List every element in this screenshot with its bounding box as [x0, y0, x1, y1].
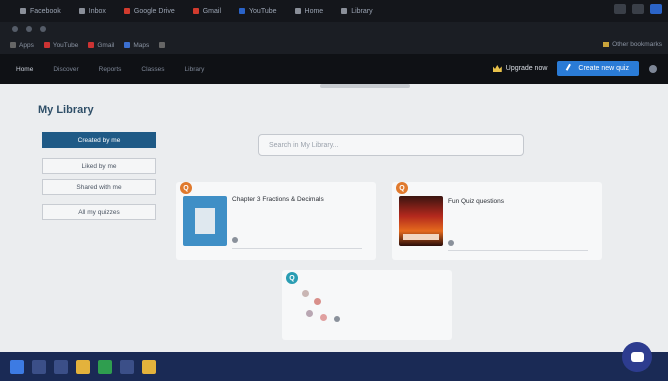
- bookmark-apps[interactable]: Apps: [10, 42, 34, 49]
- browser-tab[interactable]: Google Drive: [118, 4, 181, 18]
- document-icon: [195, 208, 215, 234]
- quiz-title: Chapter 3 Fractions & Decimals: [232, 196, 324, 203]
- tab-favicon-icon: [78, 8, 85, 14]
- nav-item-library[interactable]: Library: [185, 66, 205, 73]
- bookmark-icon: [159, 42, 166, 48]
- quiz-badge-icon: Q: [180, 182, 192, 194]
- collection-thumbnail: [300, 288, 340, 328]
- tab-favicon-icon: [294, 8, 301, 14]
- avatar: [306, 310, 313, 317]
- tab-favicon-icon: [192, 8, 199, 14]
- avatar: [334, 316, 340, 322]
- avatar: [314, 298, 321, 305]
- close-button[interactable]: [650, 4, 662, 14]
- taskbar-app-icon[interactable]: [54, 359, 68, 374]
- library-page: My Library Created by me Liked by me Sha…: [0, 84, 668, 352]
- address-bar: [0, 22, 668, 36]
- nav-item-reports[interactable]: Reports: [99, 66, 122, 73]
- maximize-button[interactable]: [632, 4, 644, 14]
- quiz-footer: [232, 237, 241, 243]
- folder-icon: [603, 42, 610, 47]
- browser-tab[interactable]: Library: [335, 4, 378, 18]
- taskbar-app-icon[interactable]: [120, 359, 134, 374]
- image-icon: [403, 234, 439, 240]
- tab-favicon-icon: [239, 8, 246, 14]
- quiz-footer: [448, 240, 457, 246]
- quiz-badge-icon: Q: [286, 272, 298, 284]
- minimize-button[interactable]: [614, 4, 626, 14]
- quiz-card[interactable]: Q: [282, 270, 452, 340]
- scroll-handle[interactable]: [320, 84, 410, 88]
- nav-item-classes[interactable]: Classes: [141, 66, 164, 73]
- nav-item-discover[interactable]: Discover: [53, 66, 78, 73]
- chat-icon: [630, 352, 644, 362]
- filter-shared-with-me[interactable]: Shared with me: [42, 179, 156, 195]
- bookmark-extra[interactable]: [159, 42, 168, 48]
- user-menu[interactable]: [649, 64, 660, 73]
- youtube-icon: [43, 42, 50, 48]
- forward-icon[interactable]: [26, 26, 32, 32]
- search-input[interactable]: Search in My Library...: [258, 134, 524, 156]
- avatar: [320, 314, 327, 321]
- start-icon[interactable]: [10, 359, 24, 374]
- browser-tab[interactable]: Gmail: [187, 4, 227, 18]
- filter-created-by-me[interactable]: Created by me: [42, 132, 156, 148]
- quiz-thumbnail: [399, 196, 443, 246]
- bookmark-gmail[interactable]: Gmail: [88, 42, 114, 49]
- bookmark-youtube[interactable]: YouTube: [43, 42, 78, 49]
- tab-favicon-icon: [341, 8, 348, 14]
- os-taskbar: [0, 352, 668, 381]
- avatar: [232, 237, 238, 243]
- folder-icon[interactable]: [76, 359, 90, 374]
- window-controls: [614, 4, 662, 14]
- browser-tab[interactable]: Home: [289, 4, 330, 18]
- quiz-thumbnail: [183, 196, 227, 246]
- avatar: [302, 290, 309, 297]
- quiz-footer: [334, 316, 343, 322]
- taskbar-app-icon[interactable]: [32, 359, 46, 374]
- grid-icon: [10, 42, 16, 48]
- page-title: My Library: [38, 104, 94, 116]
- pencil-icon: [566, 63, 576, 74]
- bookmark-maps[interactable]: Maps: [124, 42, 149, 49]
- tab-favicon-icon: [20, 8, 26, 14]
- quiz-title: Fun Quiz questions: [448, 198, 505, 205]
- tab-favicon-icon: [123, 8, 130, 14]
- reload-icon[interactable]: [40, 26, 46, 32]
- app-top-nav: Home Discover Reports Classes Library Up…: [0, 54, 668, 84]
- quiz-card[interactable]: Q Chapter 3 Fractions & Decimals: [176, 182, 376, 260]
- bookmarks-bar: Apps YouTube Gmail Maps: [0, 36, 668, 54]
- mail-icon: [88, 42, 95, 48]
- map-icon: [124, 42, 131, 48]
- divider: [448, 250, 588, 251]
- browser-tab[interactable]: Facebook: [14, 4, 67, 18]
- divider: [232, 248, 362, 249]
- browser-tab[interactable]: Inbox: [73, 4, 112, 18]
- browser-tab[interactable]: YouTube: [233, 4, 283, 18]
- avatar: [448, 240, 454, 246]
- quiz-badge-icon: Q: [396, 182, 408, 194]
- other-bookmarks[interactable]: Other bookmarks: [603, 41, 662, 48]
- filter-liked-by-me[interactable]: Liked by me: [42, 158, 156, 174]
- nav-actions: Upgrade now Create new quiz: [492, 61, 660, 76]
- upgrade-button[interactable]: Upgrade now: [492, 65, 547, 72]
- avatar: [649, 64, 657, 73]
- quiz-card[interactable]: Q Fun Quiz questions: [392, 182, 602, 260]
- filter-all-quizzes[interactable]: All my quizzes: [42, 204, 156, 220]
- taskbar-app-icon[interactable]: [142, 359, 156, 374]
- back-icon[interactable]: [12, 26, 18, 32]
- browser-tab-strip: Facebook Inbox Google Drive Gmail YouTub…: [0, 0, 668, 22]
- nav-item-home[interactable]: Home: [16, 66, 33, 73]
- taskbar-app-icon[interactable]: [98, 359, 112, 374]
- create-quiz-button[interactable]: Create new quiz: [557, 61, 639, 76]
- chat-button[interactable]: [622, 342, 652, 372]
- crown-icon: [492, 65, 502, 72]
